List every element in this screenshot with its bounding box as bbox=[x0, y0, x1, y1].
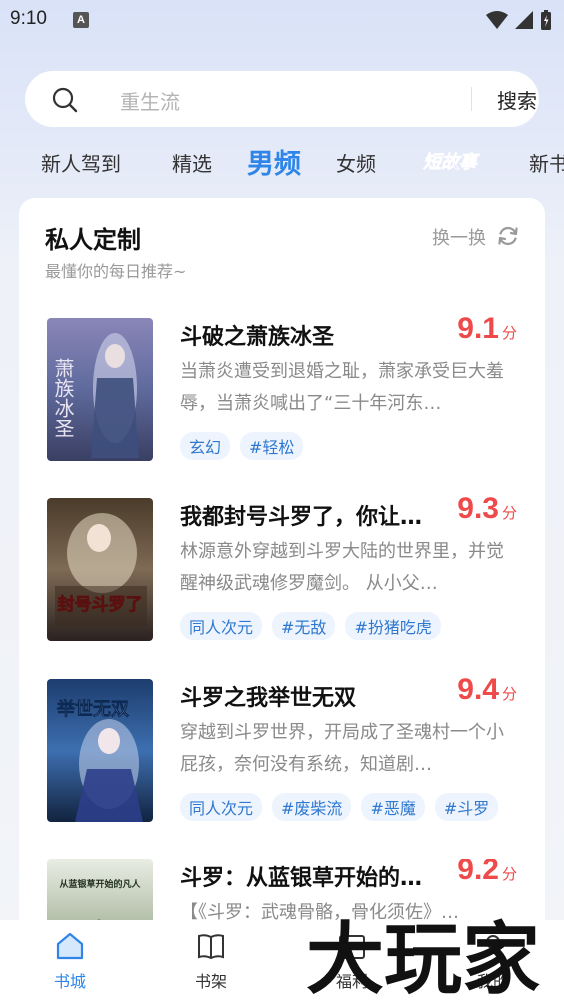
book-description: 穿越到斗罗世界，开局成了圣魂村一个小屁孩，奈何没有系统，知道剧… bbox=[180, 722, 504, 775]
book-title[interactable]: 我都封号斗罗了，你让… bbox=[180, 499, 440, 531]
tag[interactable]: #轻松 bbox=[240, 432, 304, 460]
search-divider bbox=[471, 87, 472, 111]
nav-label: 书架 bbox=[194, 972, 227, 991]
home-icon bbox=[56, 932, 84, 960]
tab-newcomer[interactable]: 新人驾到 bbox=[41, 148, 121, 177]
status-time: 9:10 bbox=[10, 8, 47, 29]
tab-new-books[interactable]: 新书 bbox=[529, 148, 564, 177]
tag[interactable]: #废柴流 bbox=[272, 793, 352, 821]
book-score: 9.3 分 bbox=[457, 492, 517, 525]
tab-short-story-logo[interactable]: 短故事 bbox=[420, 146, 480, 176]
nav-label: 书城 bbox=[53, 972, 86, 991]
status-icons bbox=[486, 9, 552, 31]
category-tabs: 新人驾到 精选 男频 女频 短故事 新书 bbox=[0, 140, 564, 184]
book-tags: 同人次元 #无敌 #扮猪吃虎 bbox=[180, 612, 441, 640]
section-subtitle: 最懂你的每日推荐~ bbox=[45, 262, 187, 281]
svg-text:封号斗罗了: 封号斗罗了 bbox=[58, 594, 143, 615]
search-button[interactable]: 搜索 bbox=[497, 85, 537, 114]
book-tags: 同人次元 #废柴流 #恶魔 #斗罗 bbox=[180, 793, 499, 821]
signal-icon bbox=[515, 11, 533, 29]
battery-icon bbox=[541, 10, 551, 30]
book-description: 林源意外穿越到斗罗大陆的世界里，并觉醒神级武魂修罗魔剑。 从小父… bbox=[180, 541, 504, 594]
tag[interactable]: #恶魔 bbox=[361, 793, 425, 821]
tag[interactable]: 同人次元 bbox=[180, 793, 263, 821]
tag[interactable]: 同人次元 bbox=[180, 612, 263, 640]
book-item[interactable]: 萧族冰圣 斗破之萧族冰圣 9.1 分 当萧炎遭受到退婚之耻，萧家承受巨大羞辱，当萧… bbox=[47, 312, 527, 463]
tab-female[interactable]: 女频 bbox=[336, 148, 376, 177]
nav-bookstore[interactable]: 书城 bbox=[30, 930, 110, 992]
notification-icon: A bbox=[73, 12, 89, 28]
tag[interactable]: #斗罗 bbox=[434, 793, 499, 821]
book-cover[interactable]: 封号斗罗了 bbox=[47, 498, 153, 641]
book-item[interactable]: 封号斗罗了 我都封号斗罗了，你让… 9.3 分 林源意外穿越到斗罗大陆的世界里，并… bbox=[47, 492, 527, 643]
book-cover[interactable]: 举世无双 bbox=[47, 679, 153, 822]
tag[interactable]: #无敌 bbox=[272, 612, 336, 640]
status-bar: 9:10 A bbox=[0, 0, 564, 40]
svg-text:短故事: 短故事 bbox=[423, 152, 480, 173]
book-score: 9.1 分 bbox=[457, 312, 517, 345]
tab-male[interactable]: 男频 bbox=[247, 142, 301, 181]
watermark-logo: 大玩家 bbox=[306, 915, 540, 1004]
book-icon bbox=[198, 934, 224, 960]
search-input[interactable]: 重生流 bbox=[120, 86, 180, 115]
section-title: 私人定制 bbox=[45, 226, 141, 254]
book-tags: 玄幻 #轻松 bbox=[180, 432, 304, 460]
tag[interactable]: 玄幻 bbox=[180, 432, 231, 460]
book-title[interactable]: 斗罗之我举世无双 bbox=[180, 680, 440, 712]
svg-text:举世无双: 举世无双 bbox=[56, 698, 129, 720]
book-score: 9.2 分 bbox=[457, 859, 517, 886]
wifi-icon bbox=[486, 11, 508, 29]
refresh-button[interactable]: 换一换 bbox=[432, 224, 486, 250]
recommendation-card: 私人定制 最懂你的每日推荐~ 换一换 萧族冰圣 斗破之萧族冰圣 9.1 分 当萧炎… bbox=[19, 198, 545, 958]
book-cover[interactable]: 萧族冰圣 bbox=[47, 318, 153, 461]
nav-bookshelf[interactable]: 书架 bbox=[171, 930, 251, 992]
refresh-icon[interactable] bbox=[497, 225, 519, 247]
search-icon bbox=[52, 87, 78, 113]
book-item[interactable]: 举世无双 斗罗之我举世无双 9.4 分 穿越到斗罗世界，开局成了圣魂村一个小屁孩，… bbox=[47, 673, 527, 824]
svg-text:萧族冰圣: 萧族冰圣 bbox=[51, 358, 75, 438]
book-score: 9.4 分 bbox=[457, 673, 517, 706]
book-title[interactable]: 斗罗：从蓝银草开始的… bbox=[180, 860, 440, 892]
tag[interactable]: #扮猪吃虎 bbox=[345, 612, 441, 640]
svg-text:从蓝银草开始的凡人: 从蓝银草开始的凡人 bbox=[59, 878, 141, 890]
book-description: 当萧炎遭受到退婚之耻，萧家承受巨大羞辱，当萧炎喊出了“三十年河东… bbox=[180, 361, 504, 414]
svg-text:大玩家: 大玩家 bbox=[306, 915, 540, 1004]
search-bar[interactable]: 重生流 搜索 bbox=[25, 71, 539, 127]
tab-featured[interactable]: 精选 bbox=[172, 148, 212, 177]
book-title[interactable]: 斗破之萧族冰圣 bbox=[180, 319, 440, 351]
